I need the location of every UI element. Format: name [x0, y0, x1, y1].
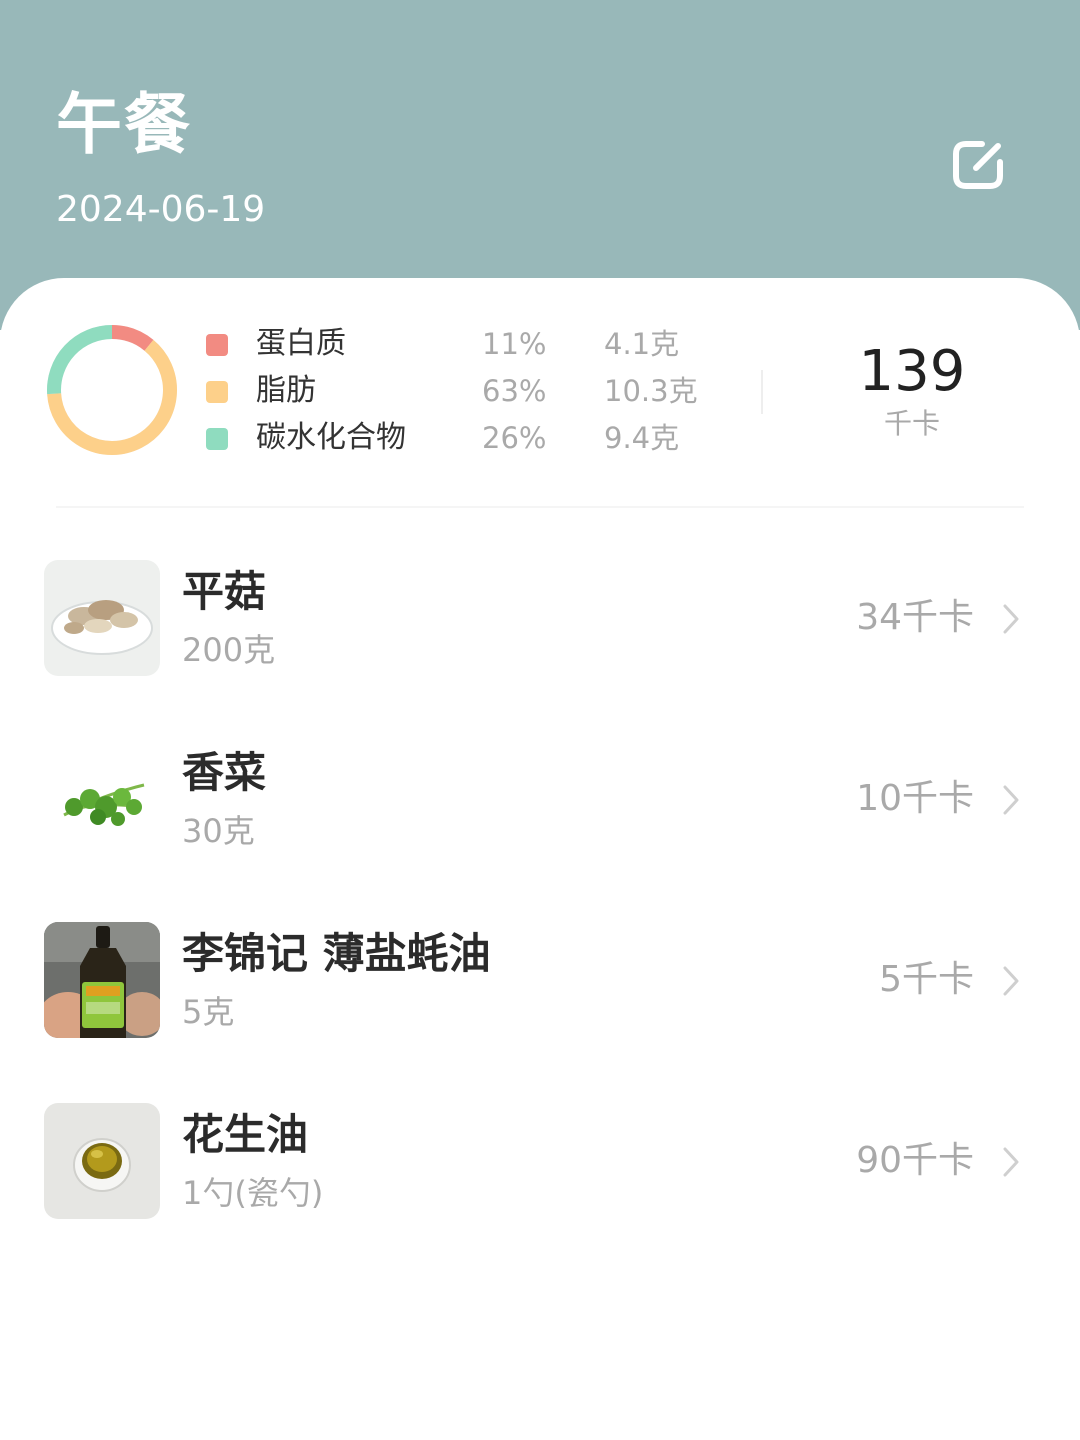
- macro-amount: 10.3克: [604, 374, 698, 408]
- total-calories-unit: 千卡: [883, 407, 940, 440]
- chevron-right-icon: [1003, 785, 1019, 815]
- macro-percent: 26%: [482, 421, 547, 455]
- meal-detail-card: 蛋白质 11% 4.1克 脂肪 63% 10.3克 碳水化合物 26% 9.4克…: [0, 278, 1080, 1440]
- divider: [56, 506, 1024, 508]
- food-amount: 30克: [182, 812, 255, 850]
- food-item-oyster-sauce[interactable]: 李锦记 薄盐蚝油 5克 5千卡: [0, 922, 1080, 1042]
- carbs-arc: [47, 325, 113, 395]
- carbs-color-dot: [206, 428, 228, 450]
- total-calories: 139: [858, 339, 966, 404]
- peanut-oil-dish-photo: [44, 1103, 160, 1219]
- chevron-right-icon: [1003, 966, 1019, 996]
- protein-color-dot: [206, 334, 228, 356]
- food-calories: 34千卡: [856, 597, 974, 638]
- meal-title: 午餐: [56, 86, 192, 163]
- food-amount: 200克: [182, 631, 276, 669]
- macro-name: 脂肪: [256, 373, 316, 408]
- macro-name: 碳水化合物: [256, 420, 406, 455]
- macro-name: 蛋白质: [256, 326, 346, 361]
- food-calories: 5千卡: [879, 959, 974, 1000]
- macro-donut-chart: [47, 325, 177, 455]
- macro-percent: 63%: [482, 374, 547, 408]
- food-calories: 90千卡: [856, 1140, 974, 1181]
- food-calories: 10千卡: [856, 778, 974, 819]
- meal-date: 2024-06-19: [56, 189, 266, 230]
- fat-color-dot: [206, 381, 228, 403]
- food-name: 花生油: [182, 1110, 309, 1159]
- protein-arc: [111, 325, 154, 351]
- macro-amount: 9.4克: [604, 421, 680, 455]
- food-photo: [44, 1103, 160, 1219]
- edit-icon: [953, 141, 1003, 189]
- edit-button[interactable]: [946, 132, 1016, 196]
- oyster-mushroom-photo: [44, 560, 160, 676]
- food-item-peanut-oil[interactable]: 花生油 1勺(瓷勺) 90千卡: [0, 1103, 1080, 1223]
- summary-divider: [761, 370, 763, 414]
- food-name: 李锦记 薄盐蚝油: [182, 929, 491, 978]
- food-amount: 1勺(瓷勺): [182, 1174, 324, 1212]
- chevron-right-icon: [1003, 604, 1019, 634]
- food-photo: [44, 922, 160, 1038]
- nutrition-summary: 蛋白质 11% 4.1克 脂肪 63% 10.3克 碳水化合物 26% 9.4克…: [0, 278, 1080, 508]
- food-photo: [44, 741, 160, 857]
- food-name: 香菜: [182, 748, 267, 797]
- oyster-sauce-bottle-photo: [44, 922, 160, 1038]
- macro-amount: 4.1克: [604, 327, 680, 361]
- fat-arc: [47, 339, 177, 455]
- food-amount: 5克: [182, 993, 235, 1031]
- food-name: 平菇: [182, 567, 267, 616]
- chevron-right-icon: [1003, 1147, 1019, 1177]
- food-photo: [44, 560, 160, 676]
- macro-percent: 11%: [482, 327, 547, 361]
- food-item-cilantro[interactable]: 香菜 30克 10千卡: [0, 741, 1080, 861]
- cilantro-photo: [44, 741, 160, 857]
- food-item-oyster-mushroom[interactable]: 平菇 200克 34千卡: [0, 560, 1080, 680]
